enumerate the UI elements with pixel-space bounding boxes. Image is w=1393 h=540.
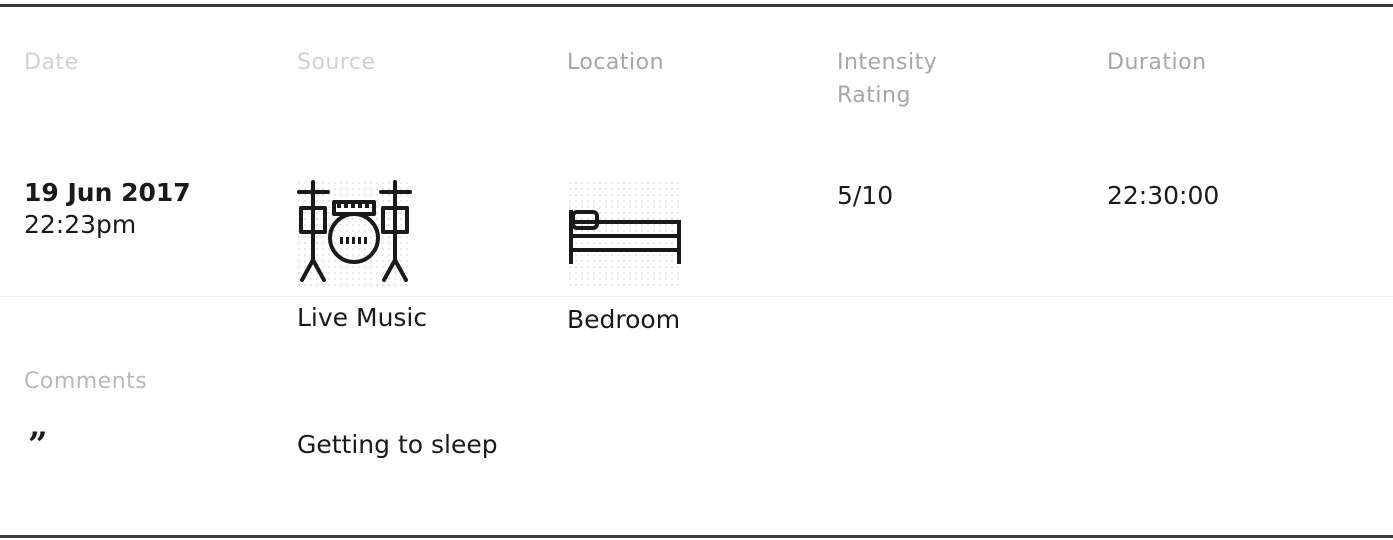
comment-text: Getting to sleep [297,430,498,459]
intensity-value: 5/10 [837,181,894,210]
bed-icon [567,180,683,290]
location-header: Location [567,50,665,75]
entry-date: 19 Jun 2017 [24,178,191,207]
intensity-header: Intensity Rating [837,50,938,108]
bottom-divider [0,535,1393,538]
top-divider [0,4,1393,7]
source-header: Source [297,50,376,75]
duration-value: 22:30:00 [1107,181,1220,210]
date-header: Date [24,50,79,75]
duration-header: Duration [1107,50,1207,75]
row-divider [0,296,1393,297]
entry-time: 22:23pm [24,210,137,239]
location-label: Bedroom [567,305,681,334]
comments-label: Comments [24,369,148,394]
drum-kit-icon [296,180,412,290]
quote-icon: ” [28,425,48,465]
source-label: Live Music [297,303,428,332]
